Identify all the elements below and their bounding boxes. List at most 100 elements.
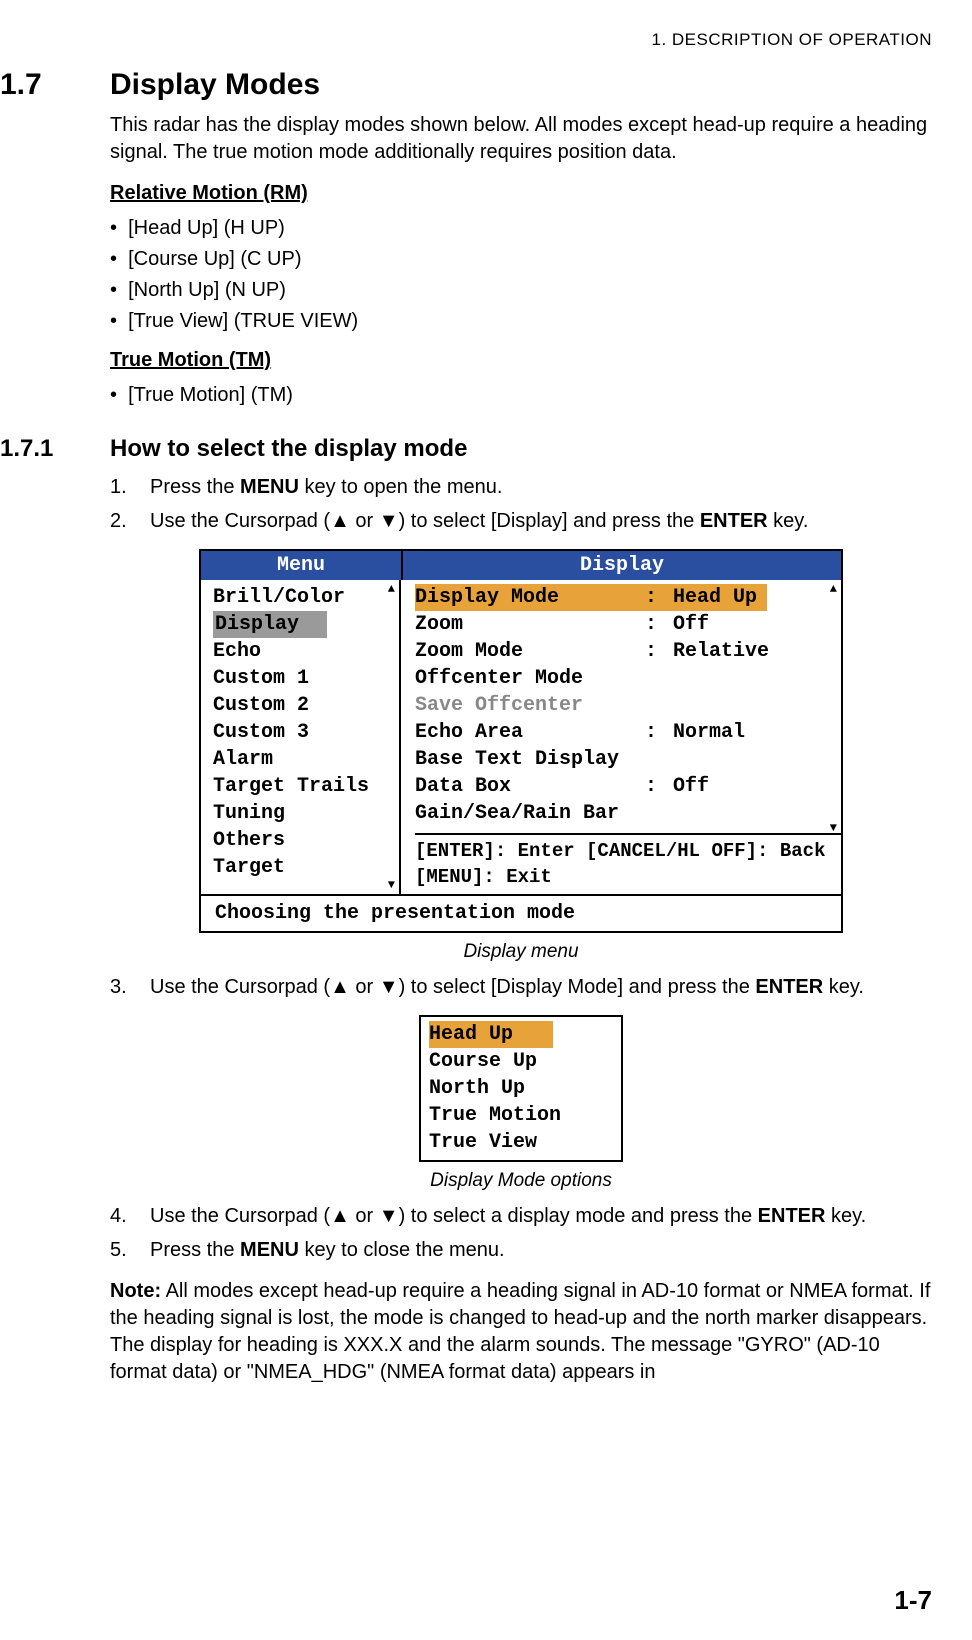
rm-item-0: [Head Up] (H UP) — [128, 217, 285, 239]
step-2: 2. Use the Cursorpad (▲ or ▼) to select … — [110, 507, 932, 535]
step-text: Use the Cursorpad (▲ or ▼) to select [Di… — [150, 973, 932, 1001]
options-figure: Head Up Course Up North Up True Motion T… — [110, 1015, 932, 1192]
menu-head-right: Display — [403, 551, 841, 580]
up-arrow-icon: ▲ — [330, 1205, 350, 1227]
menu-hints: [ENTER]: Enter [CANCEL/HL OFF]: Back [ME… — [415, 833, 841, 894]
right-row-highlight[interactable]: Display Mode: Head Up — [415, 584, 841, 611]
option-item[interactable]: True Motion — [421, 1102, 621, 1129]
tm-bullet: • [True Motion] (TM) — [110, 384, 932, 407]
subsection-number: 1.7.1 — [0, 435, 110, 463]
intro-paragraph: This radar has the display modes shown b… — [110, 112, 932, 166]
note-label: Note: — [110, 1280, 161, 1302]
t: key. — [823, 976, 864, 998]
step-4: 4. Use the Cursorpad (▲ or ▼) to select … — [110, 1202, 932, 1230]
t: Save Offcenter — [415, 692, 645, 719]
t: Offcenter Mode — [415, 665, 645, 692]
step-number: 3. — [110, 973, 150, 1001]
step-text: Press the MENU key to open the menu. — [150, 473, 932, 501]
t: Relative — [673, 638, 841, 665]
t: Base Text Display — [415, 746, 645, 773]
menu-item[interactable]: Custom 1 — [213, 665, 399, 692]
t: Use the Cursorpad ( — [150, 976, 330, 998]
menu-box: Menu Display ▲ Brill/Color Display Echo … — [199, 549, 843, 933]
subsection-title: How to select the display mode — [110, 435, 467, 463]
t: ) to select [Display Mode] and press the — [399, 976, 756, 998]
t: Display — [213, 611, 327, 638]
option-item[interactable]: North Up — [421, 1075, 621, 1102]
step-1: 1. Press the MENU key to open the menu. — [110, 473, 932, 501]
right-row[interactable]: Zoom Mode: Relative — [415, 638, 841, 665]
t: Off — [673, 611, 841, 638]
figure-caption: Display Mode options — [110, 1170, 932, 1192]
scroll-up-icon: ▲ — [388, 583, 395, 595]
t: or — [350, 976, 379, 998]
tm-item-0: [True Motion] (TM) — [128, 384, 293, 406]
t: Zoom Mode — [415, 638, 645, 665]
rm-heading: Relative Motion (RM) — [110, 182, 932, 205]
rm-item-2: [North Up] (N UP) — [128, 279, 286, 301]
step-number: 2. — [110, 507, 150, 535]
t: Off — [673, 773, 841, 800]
t: Display Mode — [415, 584, 645, 611]
up-arrow-icon: ▲ — [330, 510, 350, 532]
menu-head-left: Menu — [201, 551, 403, 580]
right-row[interactable]: Offcenter Mode — [415, 665, 841, 692]
scroll-up-icon: ▲ — [830, 583, 837, 595]
t: Data Box — [415, 773, 645, 800]
right-row[interactable]: Gain/Sea/Rain Bar — [415, 800, 841, 827]
t: Echo Area — [415, 719, 645, 746]
menu-item[interactable]: Custom 2 — [213, 692, 399, 719]
menu-item[interactable]: Tuning — [213, 800, 399, 827]
step-3: 3. Use the Cursorpad (▲ or ▼) to select … — [110, 973, 932, 1001]
key-menu: MENU — [240, 476, 299, 498]
menu-item[interactable]: Custom 3 — [213, 719, 399, 746]
t: Head Up — [429, 1021, 553, 1048]
rm-bullet: • [North Up] (N UP) — [110, 279, 932, 302]
t: or — [350, 510, 379, 532]
t: Press the — [150, 476, 240, 498]
menu-item[interactable]: Target Trails — [213, 773, 399, 800]
right-row-disabled: Save Offcenter — [415, 692, 841, 719]
step-number: 1. — [110, 473, 150, 501]
menu-item-selected[interactable]: Display — [213, 611, 399, 638]
menu-item[interactable]: Alarm — [213, 746, 399, 773]
menu-footer: Choosing the presentation mode — [201, 894, 841, 931]
hint-line: [ENTER]: Enter [CANCEL/HL OFF]: Back — [415, 839, 841, 865]
option-item-selected[interactable]: Head Up — [421, 1021, 621, 1048]
key-enter: ENTER — [758, 1205, 826, 1227]
t: Head Up — [673, 586, 757, 609]
scroll-down-icon: ▼ — [388, 879, 395, 891]
section-title: Display Modes — [110, 68, 320, 102]
menu-item[interactable]: Target — [213, 854, 399, 881]
step-5: 5. Press the MENU key to close the menu. — [110, 1236, 932, 1264]
right-row[interactable]: Data Box: Off — [415, 773, 841, 800]
key-menu: MENU — [240, 1239, 299, 1261]
rm-bullet: • [Course Up] (C UP) — [110, 248, 932, 271]
t: Use the Cursorpad ( — [150, 510, 330, 532]
step-text: Press the MENU key to close the menu. — [150, 1236, 932, 1264]
t: Zoom — [415, 611, 645, 638]
right-row[interactable]: Base Text Display — [415, 746, 841, 773]
hint-line: [MENU]: Exit — [415, 865, 841, 891]
menu-left-column: ▲ Brill/Color Display Echo Custom 1 Cust… — [201, 580, 401, 894]
t: ) to select a display mode and press the — [399, 1205, 758, 1227]
menu-item[interactable]: Brill/Color — [213, 584, 399, 611]
section-number: 1.7 — [0, 68, 110, 102]
t: Normal — [673, 719, 841, 746]
rm-bullet: • [Head Up] (H UP) — [110, 217, 932, 240]
option-item[interactable]: True View — [421, 1129, 621, 1156]
right-row[interactable]: Zoom: Off — [415, 611, 841, 638]
t: Use the Cursorpad ( — [150, 1205, 330, 1227]
running-header: 1. DESCRIPTION OF OPERATION — [0, 30, 932, 50]
t: Press the — [150, 1239, 240, 1261]
t: ) to select [Display] and press the — [399, 510, 700, 532]
page-number: 1-7 — [894, 1585, 932, 1616]
right-row[interactable]: Echo Area: Normal — [415, 719, 841, 746]
menu-item[interactable]: Others — [213, 827, 399, 854]
figure-caption: Display menu — [110, 941, 932, 963]
t: key to close the menu. — [299, 1239, 505, 1261]
t: key to open the menu. — [299, 476, 502, 498]
option-item[interactable]: Course Up — [421, 1048, 621, 1075]
menu-item[interactable]: Echo — [213, 638, 399, 665]
up-arrow-icon: ▲ — [330, 976, 350, 998]
